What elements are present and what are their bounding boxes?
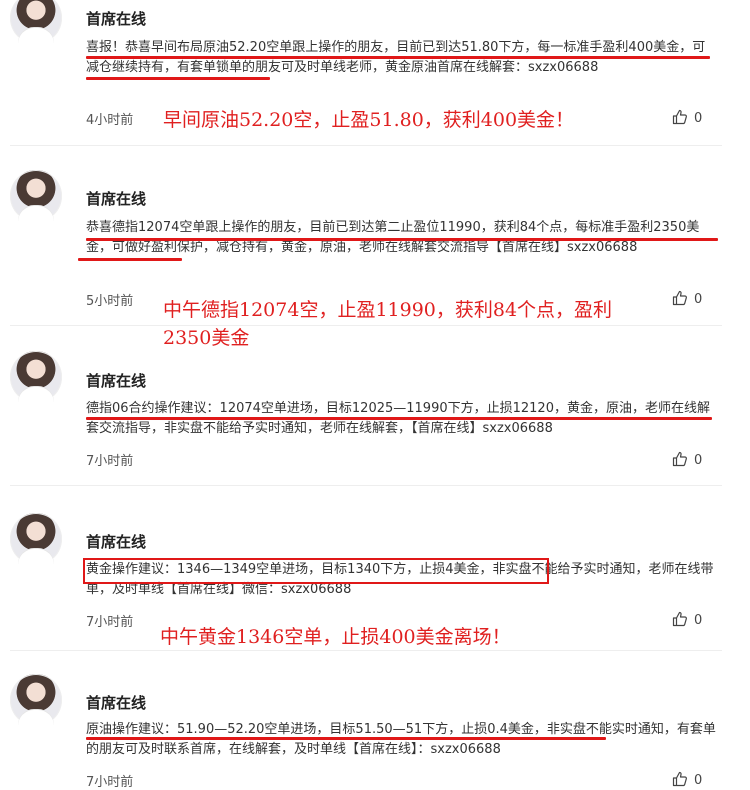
like-button[interactable]: 0 [672,451,702,468]
annotation-note: 中午黄金1346空单，止损400美金离场！ [160,626,511,648]
author-name[interactable]: 首席在线 [86,692,146,713]
post-text: 原油操作建议：51.90—52.20空单进场，目标51.50—51下方，止损0.… [86,722,716,757]
thumbs-up-icon [672,451,687,467]
highlight-underline [86,417,712,420]
like-button[interactable]: 0 [672,771,702,788]
author-name[interactable]: 首席在线 [86,531,146,552]
highlight-underline [78,258,182,261]
like-button[interactable]: 0 [672,109,702,126]
highlight-underline [86,56,710,59]
like-count: 0 [694,111,703,126]
author-avatar[interactable] [10,351,62,403]
like-count: 0 [694,613,703,628]
post-time: 7小时前 [86,775,134,790]
post-time: 7小时前 [86,615,134,630]
author-name[interactable]: 首席在线 [86,8,146,29]
thumbs-up-icon [672,611,687,627]
author-name[interactable]: 首席在线 [86,188,146,209]
thumbs-up-icon [672,290,687,306]
post-time: 4小时前 [86,113,134,128]
annotation-note: 早间原油52.20空，止盈51.80，获利400美金！ [163,109,575,131]
divider [10,145,722,146]
post-time: 5小时前 [86,294,134,309]
author-avatar[interactable] [10,513,62,565]
author-name[interactable]: 首席在线 [86,370,146,391]
annotation-note: 中午德指12074空，止盈11990，获利84个点，盈利2350美金 [163,299,613,349]
divider [10,325,722,326]
divider [10,485,722,486]
highlight-underline [86,77,270,80]
author-avatar[interactable] [10,0,62,44]
highlight-underline [86,238,718,241]
author-avatar[interactable] [10,170,62,222]
post-time: 7小时前 [86,454,134,469]
like-count: 0 [694,292,703,307]
like-count: 0 [694,773,703,788]
highlight-underline [86,737,606,740]
divider [10,650,722,651]
thumbs-up-icon [672,771,687,787]
like-button[interactable]: 0 [672,290,702,307]
author-avatar[interactable] [10,674,62,726]
thumbs-up-icon [672,109,687,125]
highlight-box [83,558,549,584]
like-count: 0 [694,453,703,468]
like-button[interactable]: 0 [672,611,702,628]
